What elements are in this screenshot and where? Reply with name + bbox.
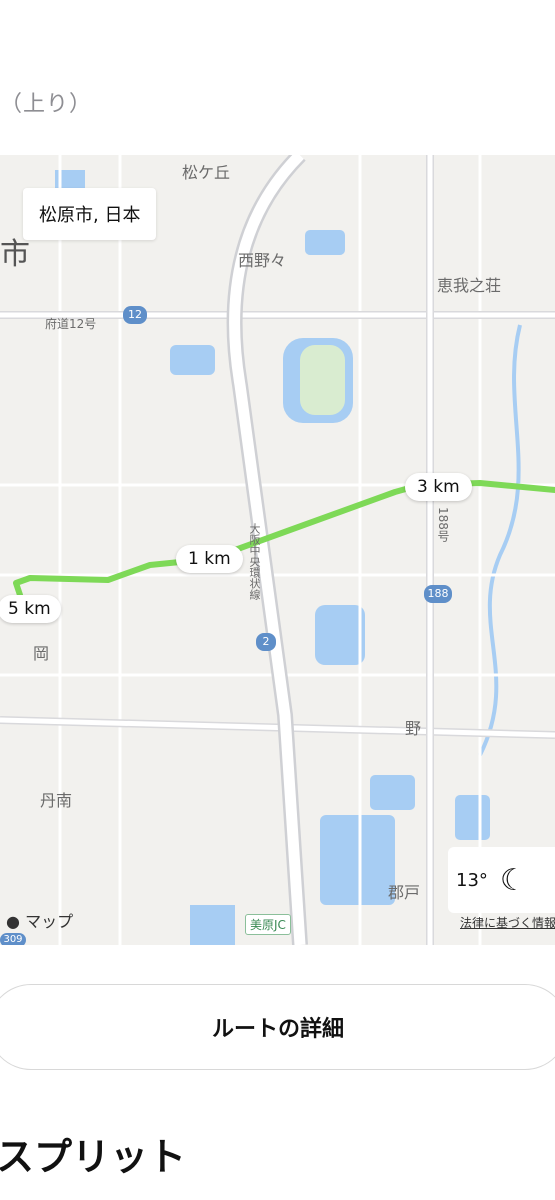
road-shield: 2 [256,633,276,651]
road-shield: 12 [123,306,147,324]
place-label: 郡戸 [388,883,421,902]
road-shield: 309 [0,933,26,945]
weather-badge: 13° ☾ [448,847,555,913]
location-chip: 松原市, 日本 [23,188,157,240]
km-marker-1: 1 km [176,545,243,573]
place-label: 188号 [436,507,450,542]
moon-stars-icon: ☾ [499,862,527,898]
place-label: 府道12号 [45,317,97,331]
km-marker-5: 5 km [0,595,61,623]
apple-logo-icon: ● [6,912,20,931]
temperature: 13° [456,869,488,891]
route-details-button[interactable]: ルートの詳細 [0,984,555,1070]
place-label: 松ケ丘 [182,163,231,182]
road-shield: 188 [424,585,452,603]
junction-label: 美原JC [245,914,291,935]
maps-brand[interactable]: ● マップ [6,908,73,932]
legal-link[interactable]: 法律に基づく情報 [460,914,555,931]
place-label: 野 [405,719,422,738]
km-marker-3: 3 km [405,473,472,501]
place-label: 岡 [33,644,50,663]
place-label: 恵我之荘 [437,276,502,295]
brand-label: マップ [25,912,74,931]
place-label: 大阪中央環状線 [248,523,261,600]
place-label: 西野々 [238,251,287,270]
header-subtitle: （上り） [0,92,93,117]
route-map[interactable]: 松ケ丘 市 西野々 恵我之荘 府道12号 12 岡 丹南 野 郡戸 188号 大… [0,155,555,945]
splits-title: スプリット [0,1135,187,1179]
place-label: 丹南 [40,791,73,810]
